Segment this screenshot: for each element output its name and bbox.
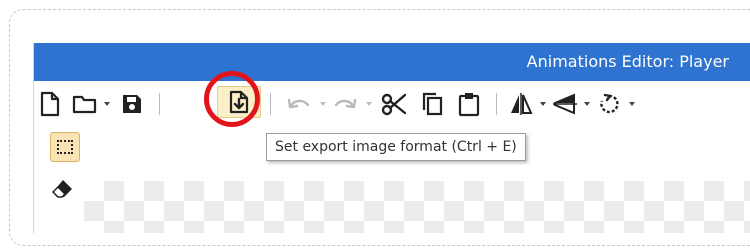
open-button[interactable] [70,90,100,118]
eraser-icon [51,180,72,198]
new-file-icon [40,91,60,117]
window-title: Animations Editor: Player [526,52,729,71]
folder-icon [72,95,97,114]
flip-horizontal-dropdown-caret[interactable] [540,102,546,106]
highlight-ring [204,71,260,127]
cut-button[interactable] [379,90,409,118]
copy-button[interactable] [417,90,447,118]
main-toolbar [34,81,750,127]
toolbar-separator [496,93,497,115]
title-bar: Animations Editor: Player [34,43,750,81]
floppy-disk-icon [123,95,141,113]
toolbar-separator [270,93,271,115]
flip-horizontal-button[interactable] [506,90,536,118]
scissors-icon [381,93,407,116]
rotate-button[interactable] [594,90,624,118]
undo-icon [287,98,310,109]
undo-button[interactable] [284,90,314,118]
redo-dropdown-caret[interactable] [366,102,372,106]
redo-icon [334,98,357,109]
eraser-tool[interactable] [50,177,74,201]
marquee-select-icon [57,140,73,154]
toolbar-separator [159,93,160,115]
rectangle-select-tool[interactable] [50,132,80,162]
redo-button[interactable] [330,90,360,118]
paste-button[interactable] [454,90,484,118]
transparent-canvas[interactable] [84,181,750,233]
save-button[interactable] [118,90,146,118]
rotate-dropdown-caret[interactable] [629,102,635,106]
undo-dropdown-caret[interactable] [320,102,326,106]
rotate-icon [600,93,619,114]
open-dropdown-caret[interactable] [104,102,110,106]
flip-horizontal-icon [511,93,533,115]
flip-vertical-button[interactable] [550,90,580,118]
clipboard-icon [458,93,480,117]
new-document-button[interactable] [36,90,64,118]
flip-vertical-icon [553,93,577,115]
tooltip: Set export image format (Ctrl + E) [266,133,526,161]
flip-vertical-dropdown-caret[interactable] [584,102,590,106]
copy-icon [422,92,443,116]
canvas-row [34,171,750,233]
